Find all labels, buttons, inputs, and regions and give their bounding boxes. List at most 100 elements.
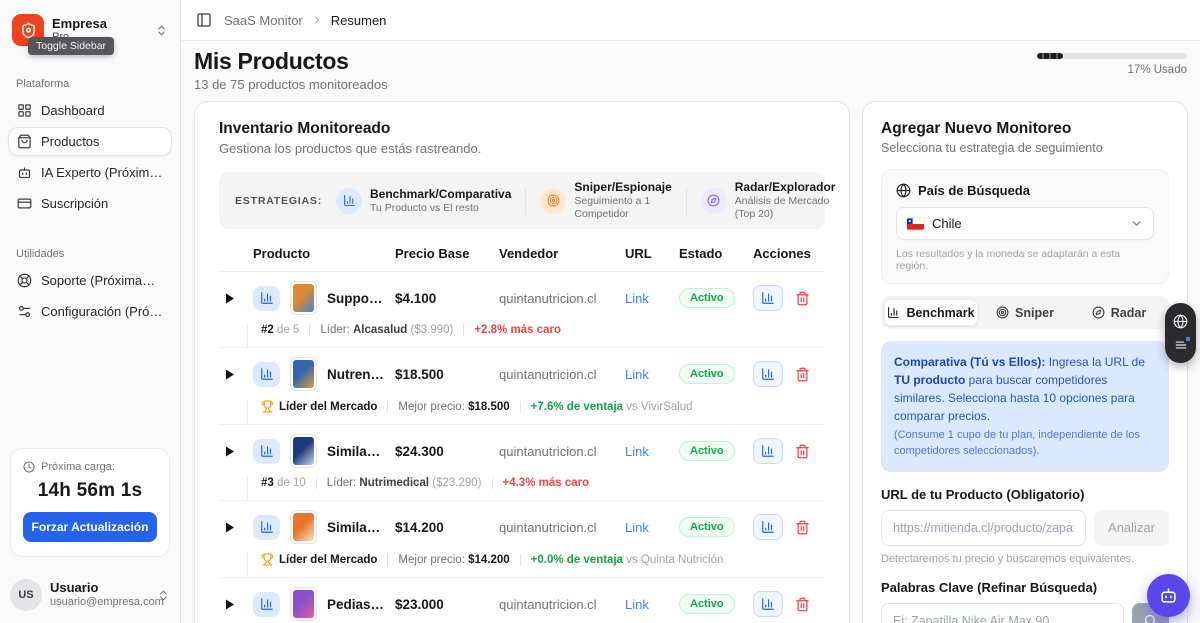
product-url-input[interactable] bbox=[881, 510, 1086, 546]
main-area: SaaS Monitor Resumen Mis Productos 13 de… bbox=[181, 0, 1200, 623]
open-benchmark-button[interactable] bbox=[753, 361, 783, 387]
card-icon bbox=[17, 196, 32, 211]
status-badge: Activo bbox=[679, 288, 735, 308]
delete-row-button[interactable] bbox=[795, 367, 810, 382]
product-main-row: Similac 1 800g$24.300quintanutricion.clL… bbox=[219, 434, 825, 468]
sidebar-item-soporte[interactable]: Soporte (Próximamente) bbox=[8, 266, 172, 295]
product-cell: Nutren Senior 740g bbox=[253, 357, 387, 391]
product-name: Similac Sensitive 375g bbox=[327, 520, 387, 535]
assistant-fab[interactable] bbox=[1147, 574, 1190, 617]
chevrons-up-down-icon bbox=[157, 589, 170, 602]
product-thumbnail bbox=[290, 434, 317, 468]
bot-icon bbox=[17, 165, 32, 180]
tab-benchmark[interactable]: Benchmark bbox=[884, 299, 978, 326]
refresh-countdown: 14h 56m 1s bbox=[23, 480, 157, 502]
chile-flag-icon bbox=[907, 218, 924, 230]
tab-label: Radar bbox=[1111, 306, 1146, 320]
product-url-link[interactable]: Link bbox=[625, 520, 671, 535]
toggle-sidebar-tooltip: Toggle Sidebar bbox=[28, 37, 114, 55]
best-price-label: Mejor precio: bbox=[398, 554, 468, 566]
product-url-link[interactable]: Link bbox=[625, 444, 671, 459]
country-select[interactable]: Chile bbox=[896, 207, 1154, 240]
strategy-item: Radar/ExploradorAnálisis de Mercado (Top… bbox=[701, 180, 836, 221]
tab-label: Sniper bbox=[1015, 306, 1054, 320]
table-row: Supportan Drink 200 mL$4.100quintanutric… bbox=[219, 272, 825, 348]
open-benchmark-button[interactable] bbox=[753, 285, 783, 311]
table-row: Pediasure 850g$23.000quintanutricion.clL… bbox=[219, 578, 825, 623]
delete-row-button[interactable] bbox=[795, 597, 810, 612]
tab-radar[interactable]: Radar bbox=[1072, 299, 1166, 326]
strategy-text: Benchmark/ComparativaTu Producto vs El r… bbox=[370, 187, 511, 215]
table-header: ProductoPrecio BaseVendedorURLEstadoAcci… bbox=[219, 237, 825, 272]
leader-name: Nutrimedical bbox=[359, 477, 429, 489]
expand-row-button[interactable] bbox=[219, 287, 241, 309]
vendor: quintanutricion.cl bbox=[499, 291, 617, 306]
sidebar-item-label: Dashboard bbox=[41, 103, 105, 118]
expand-row-button[interactable] bbox=[219, 593, 241, 615]
target-icon bbox=[996, 306, 1009, 319]
product-url-link[interactable]: Link bbox=[625, 291, 671, 306]
status-cell: Activo bbox=[679, 517, 745, 537]
breadcrumb: SaaS Monitor Resumen bbox=[224, 13, 386, 28]
benchmark-info-box: Comparativa (Tú vs Ellos): Ingresa la UR… bbox=[881, 341, 1169, 472]
strategy-tabs: Benchmark Sniper Radar bbox=[881, 296, 1169, 329]
expand-row-button[interactable] bbox=[219, 516, 241, 538]
status-badge: Activo bbox=[679, 441, 735, 461]
row-detail: #3 de 10Líder: Nutrimedical ($23.290)+4.… bbox=[247, 476, 825, 500]
open-benchmark-button[interactable] bbox=[753, 514, 783, 540]
sidebar-item-dashboard[interactable]: Dashboard bbox=[8, 96, 172, 125]
panel-toggle-button[interactable] bbox=[194, 10, 214, 30]
keywords-input[interactable] bbox=[881, 603, 1124, 623]
nav-section-label: Utilidades bbox=[8, 244, 172, 264]
open-benchmark-button[interactable] bbox=[753, 591, 783, 617]
topbar: SaaS Monitor Resumen bbox=[181, 0, 1200, 41]
product-url-link[interactable]: Link bbox=[625, 597, 671, 612]
tab-sniper[interactable]: Sniper bbox=[978, 299, 1072, 326]
product-cell: Similac 1 800g bbox=[253, 434, 387, 468]
best-price: $18.500 bbox=[468, 401, 510, 413]
product-main-row: Pediasure 850g$23.000quintanutricion.clL… bbox=[219, 587, 825, 621]
content: Inventario Monitoreado Gestiona los prod… bbox=[181, 101, 1200, 623]
product-cell: Supportan Drink 200 mL bbox=[253, 281, 387, 315]
open-benchmark-button[interactable] bbox=[753, 438, 783, 464]
chart-icon bbox=[887, 306, 900, 319]
bot-icon bbox=[1159, 586, 1178, 605]
column-header: Acciones bbox=[753, 246, 825, 261]
product-name: Supportan Drink 200 mL bbox=[327, 291, 387, 306]
page-title: Mis Productos bbox=[194, 48, 388, 75]
delete-row-button[interactable] bbox=[795, 291, 810, 306]
market-leader-badge: Líder del Mercado bbox=[279, 554, 377, 566]
rank-total: de 5 bbox=[274, 324, 300, 336]
status-cell: Activo bbox=[679, 594, 745, 614]
expand-row-button[interactable] bbox=[219, 363, 241, 385]
next-refresh-label: Próxima carga: bbox=[41, 461, 115, 473]
divider bbox=[387, 554, 388, 566]
user-menu[interactable]: US Usuario usuario@empresa.com bbox=[0, 571, 180, 623]
breadcrumb-root[interactable]: SaaS Monitor bbox=[224, 13, 303, 28]
expand-row-button[interactable] bbox=[219, 440, 241, 462]
product-image bbox=[293, 590, 314, 618]
delete-row-button[interactable] bbox=[795, 444, 810, 459]
force-refresh-button[interactable]: Forzar Actualización bbox=[23, 512, 157, 542]
product-url-link[interactable]: Link bbox=[625, 367, 671, 382]
sidebar-item-productos[interactable]: Productos bbox=[8, 127, 172, 156]
info-bold-1: Comparativa (Tú vs Ellos): bbox=[894, 355, 1045, 369]
leader-label: Líder: bbox=[320, 324, 353, 336]
strategy-desc: Seguimiento a 1 Competidor bbox=[574, 195, 671, 221]
breadcrumb-current: Resumen bbox=[331, 13, 387, 28]
status-cell: Activo bbox=[679, 364, 745, 384]
product-name: Pediasure 850g bbox=[327, 597, 387, 612]
trophy-icon bbox=[261, 400, 274, 413]
sidebar-item-ia[interactable]: IA Experto (Próximamente) bbox=[8, 158, 172, 187]
sidebar-item-configuracin[interactable]: Configuración (Próximamen... bbox=[8, 297, 172, 326]
sidebar-item-suscripcin[interactable]: Suscripción bbox=[8, 189, 172, 218]
sidebar-nav: PlataformaDashboardProductosIA Experto (… bbox=[0, 52, 180, 328]
product-image bbox=[293, 284, 314, 312]
vendor: quintanutricion.cl bbox=[499, 597, 617, 612]
dock-globe-button[interactable] bbox=[1173, 314, 1188, 329]
analyze-button[interactable]: Analizar bbox=[1094, 510, 1169, 546]
dock-list-button[interactable] bbox=[1174, 338, 1188, 352]
page-subtitle: 13 de 75 productos monitoreados bbox=[194, 77, 388, 92]
delete-row-button[interactable] bbox=[795, 520, 810, 535]
sidebar-item-label: IA Experto (Próximamente) bbox=[41, 165, 163, 180]
